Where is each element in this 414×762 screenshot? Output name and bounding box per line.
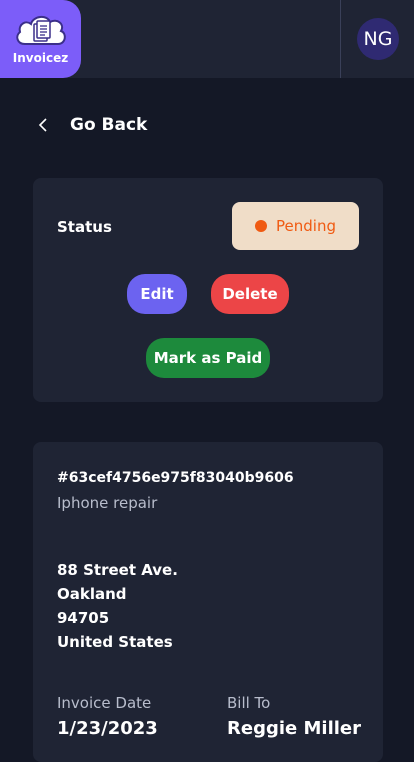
status-label: Status [57, 218, 112, 236]
address-line: 94705 [57, 609, 110, 627]
status-badge: Pending [232, 202, 359, 250]
sender-address: 88 Street Ave. Oakland 94705 United Stat… [57, 558, 178, 654]
app-name: Invoicez [12, 51, 69, 65]
app-logo[interactable]: Invoicez [0, 0, 81, 78]
invoice-date-value: 1/23/2023 [57, 718, 158, 739]
status-dot-icon [255, 220, 268, 232]
chevron-left-icon [38, 118, 47, 132]
status-card: Status Pending Edit Delete Mark as Paid [33, 178, 383, 402]
address-line: United States [57, 633, 173, 651]
go-back-label: Go Back [70, 115, 148, 135]
bill-to-value: Reggie Miller [227, 718, 361, 739]
top-bar: Invoicez NG [0, 0, 414, 78]
avatar[interactable]: NG [357, 18, 399, 60]
bill-to-label: Bill To [227, 694, 271, 712]
address-line: Oakland [57, 585, 127, 603]
address-line: 88 Street Ave. [57, 561, 178, 579]
mark-as-paid-button[interactable]: Mark as Paid [146, 338, 270, 378]
topbar-divider [340, 0, 341, 78]
status-text: Pending [276, 217, 336, 235]
invoice-id: #63cef4756e975f83040b9606 [57, 470, 294, 486]
edit-button[interactable]: Edit [127, 274, 187, 314]
invoice-description: Iphone repair [57, 494, 158, 512]
cloud-invoice-icon [16, 16, 66, 45]
go-back-link[interactable]: Go Back [36, 110, 147, 140]
invoice-details-card: #63cef4756e975f83040b9606 Iphone repair … [33, 442, 383, 762]
invoice-date-label: Invoice Date [57, 694, 152, 712]
delete-button[interactable]: Delete [211, 274, 289, 314]
